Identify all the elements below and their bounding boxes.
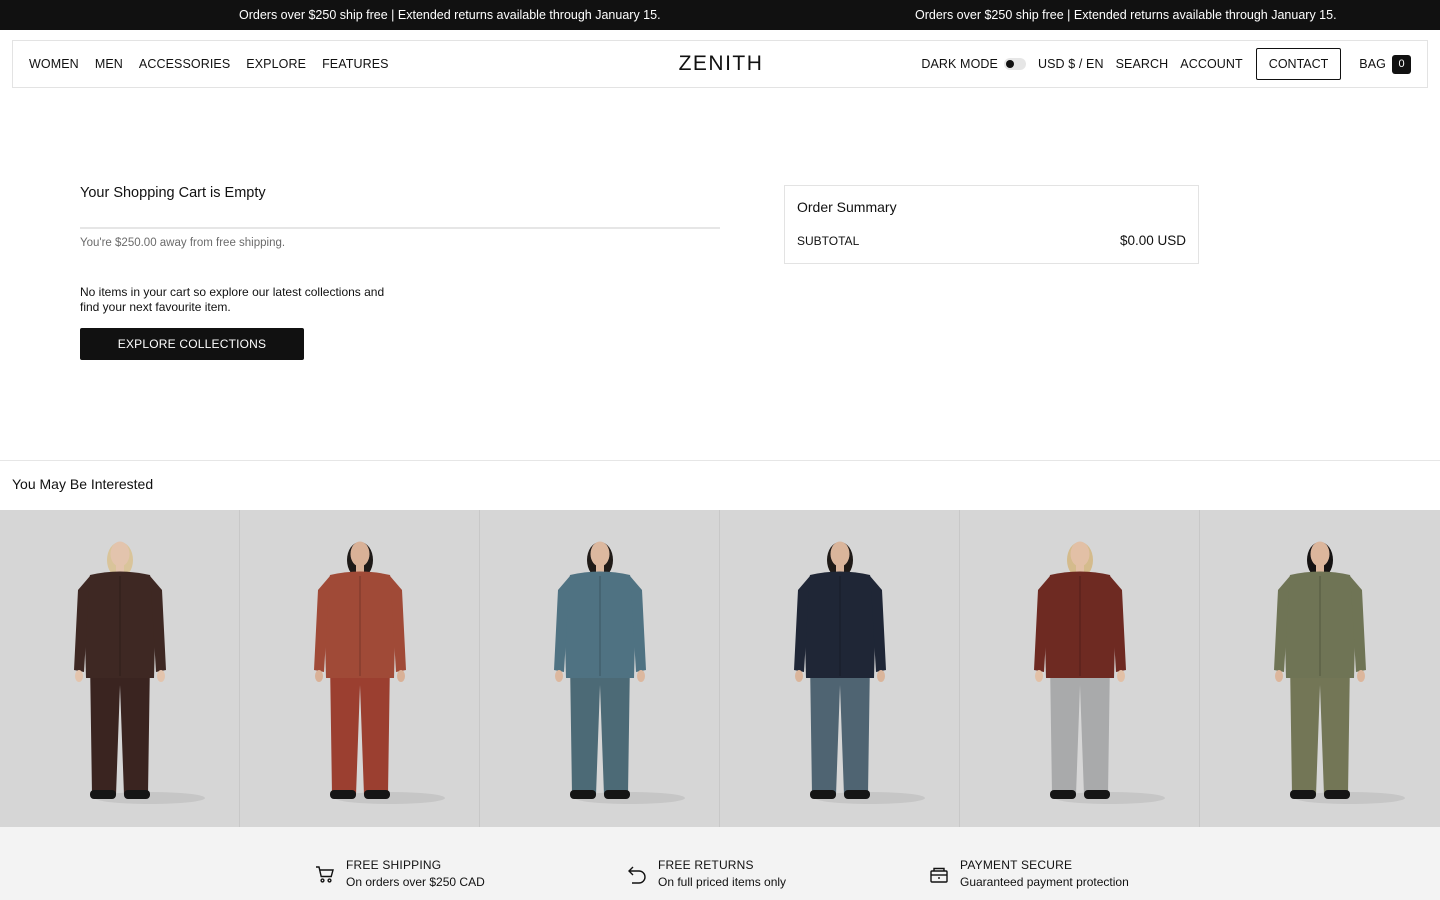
product-model-image	[554, 541, 685, 804]
contact-button[interactable]: CONTACT	[1255, 48, 1342, 80]
service-features-bar: FREE SHIPPING On orders over $250 CAD FR…	[0, 827, 1440, 900]
empty-cart-message: No items in your cart so explore our lat…	[80, 285, 385, 314]
feature-payment-secure: PAYMENT SECURE Guaranteed payment protec…	[928, 858, 1129, 889]
cart-icon	[316, 866, 334, 883]
toggle-knob	[1005, 60, 1014, 68]
section-divider	[0, 460, 1440, 461]
product-card[interactable]	[0, 510, 240, 827]
feature-subtitle: On full priced items only	[658, 875, 787, 889]
account-link[interactable]: ACCOUNT	[1180, 57, 1243, 71]
product-card[interactable]	[720, 510, 960, 827]
product-model-image	[314, 541, 445, 804]
nav-features[interactable]: FEATURES	[322, 57, 389, 71]
announcement-message: Orders over $250 ship free | Extended re…	[239, 8, 661, 22]
subtotal-label: SUBTOTAL	[797, 234, 860, 248]
toggle-switch[interactable]	[1003, 58, 1026, 70]
return-arrow-icon	[628, 866, 646, 884]
feature-title: FREE RETURNS	[658, 858, 754, 872]
feature-title: PAYMENT SECURE	[960, 858, 1073, 872]
cart-title: Your Shopping Cart is Empty	[80, 185, 266, 201]
nav-men[interactable]: MEN	[95, 57, 123, 71]
product-card[interactable]	[960, 510, 1200, 827]
feature-text: FREE RETURNS On full priced items only	[658, 858, 786, 889]
dark-mode-toggle[interactable]: DARK MODE	[921, 57, 1026, 71]
product-model-image	[794, 541, 925, 804]
brand-logo[interactable]: ZENITH	[673, 52, 769, 76]
order-summary-title: Order Summary	[797, 199, 897, 215]
announcement-message-repeat: Orders over $250 ship free | Extended re…	[915, 8, 1337, 22]
secure-payment-icon	[930, 867, 948, 883]
site-header: WOMEN MEN ACCESSORIES EXPLORE FEATURES Z…	[12, 40, 1428, 88]
product-card[interactable]	[1200, 510, 1440, 827]
announcement-bar: Orders over $250 ship free | Extended re…	[0, 0, 1440, 30]
free-shipping-note: You're $250.00 away from free shipping.	[80, 237, 286, 249]
recommendations-title: You May Be Interested	[12, 476, 154, 492]
product-card[interactable]	[240, 510, 480, 827]
dark-mode-label: DARK MODE	[921, 57, 998, 71]
main-nav: WOMEN MEN ACCESSORIES EXPLORE FEATURES	[29, 41, 389, 87]
product-grid	[0, 510, 1440, 827]
search-link[interactable]: SEARCH	[1116, 57, 1169, 71]
product-model-image	[1274, 541, 1405, 804]
feature-free-returns: FREE RETURNS On full priced items only	[626, 858, 786, 889]
cart-divider	[80, 227, 720, 229]
feature-text: PAYMENT SECURE Guaranteed payment protec…	[960, 858, 1129, 889]
bag-count-badge: 0	[1392, 54, 1411, 74]
subtotal-value: $0.00 USD	[1119, 233, 1186, 248]
currency-selector[interactable]: USD $ / EN	[1038, 57, 1104, 71]
order-summary: Order Summary SUBTOTAL $0.00 USD	[784, 185, 1199, 264]
bag-button[interactable]: BAG 0	[1359, 54, 1411, 74]
utility-nav: DARK MODE USD $ / EN SEARCH ACCOUNT CONT…	[921, 41, 1411, 87]
bag-label: BAG	[1359, 57, 1386, 71]
feature-subtitle: On orders over $250 CAD	[346, 875, 485, 889]
product-model-image	[1034, 541, 1165, 804]
product-card[interactable]	[480, 510, 720, 827]
nav-accessories[interactable]: ACCESSORIES	[139, 57, 230, 71]
feature-subtitle: Guaranteed payment protection	[960, 875, 1129, 889]
nav-women[interactable]: WOMEN	[29, 57, 79, 71]
feature-title: FREE SHIPPING	[346, 858, 442, 872]
nav-explore[interactable]: EXPLORE	[246, 57, 306, 71]
explore-collections-button[interactable]: EXPLORE COLLECTIONS	[80, 328, 304, 360]
feature-text: FREE SHIPPING On orders over $250 CAD	[346, 858, 485, 889]
feature-free-shipping: FREE SHIPPING On orders over $250 CAD	[314, 858, 485, 889]
product-model-image	[74, 541, 205, 804]
